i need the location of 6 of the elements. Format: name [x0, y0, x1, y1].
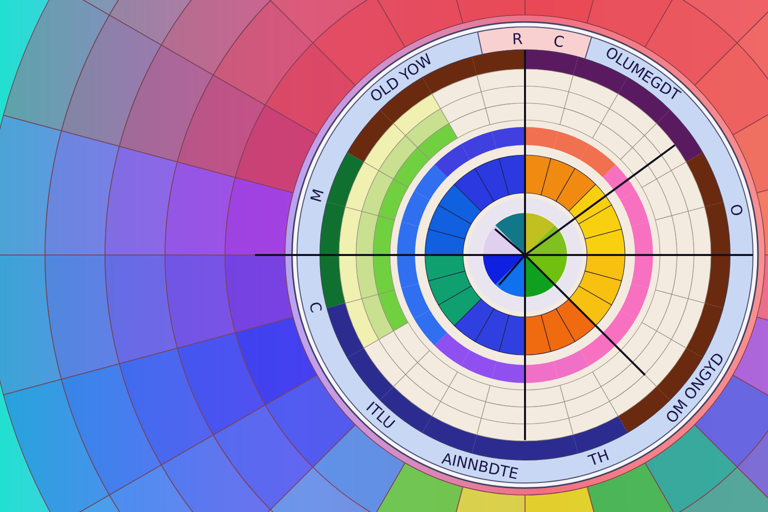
- wheel-label: M: [306, 186, 328, 204]
- wheel-label: C: [305, 300, 326, 315]
- wheel-label: TH: [586, 446, 612, 470]
- wheel-label: R: [512, 30, 523, 48]
- wheel-label: C: [552, 32, 566, 52]
- wheel-label: O: [726, 202, 746, 218]
